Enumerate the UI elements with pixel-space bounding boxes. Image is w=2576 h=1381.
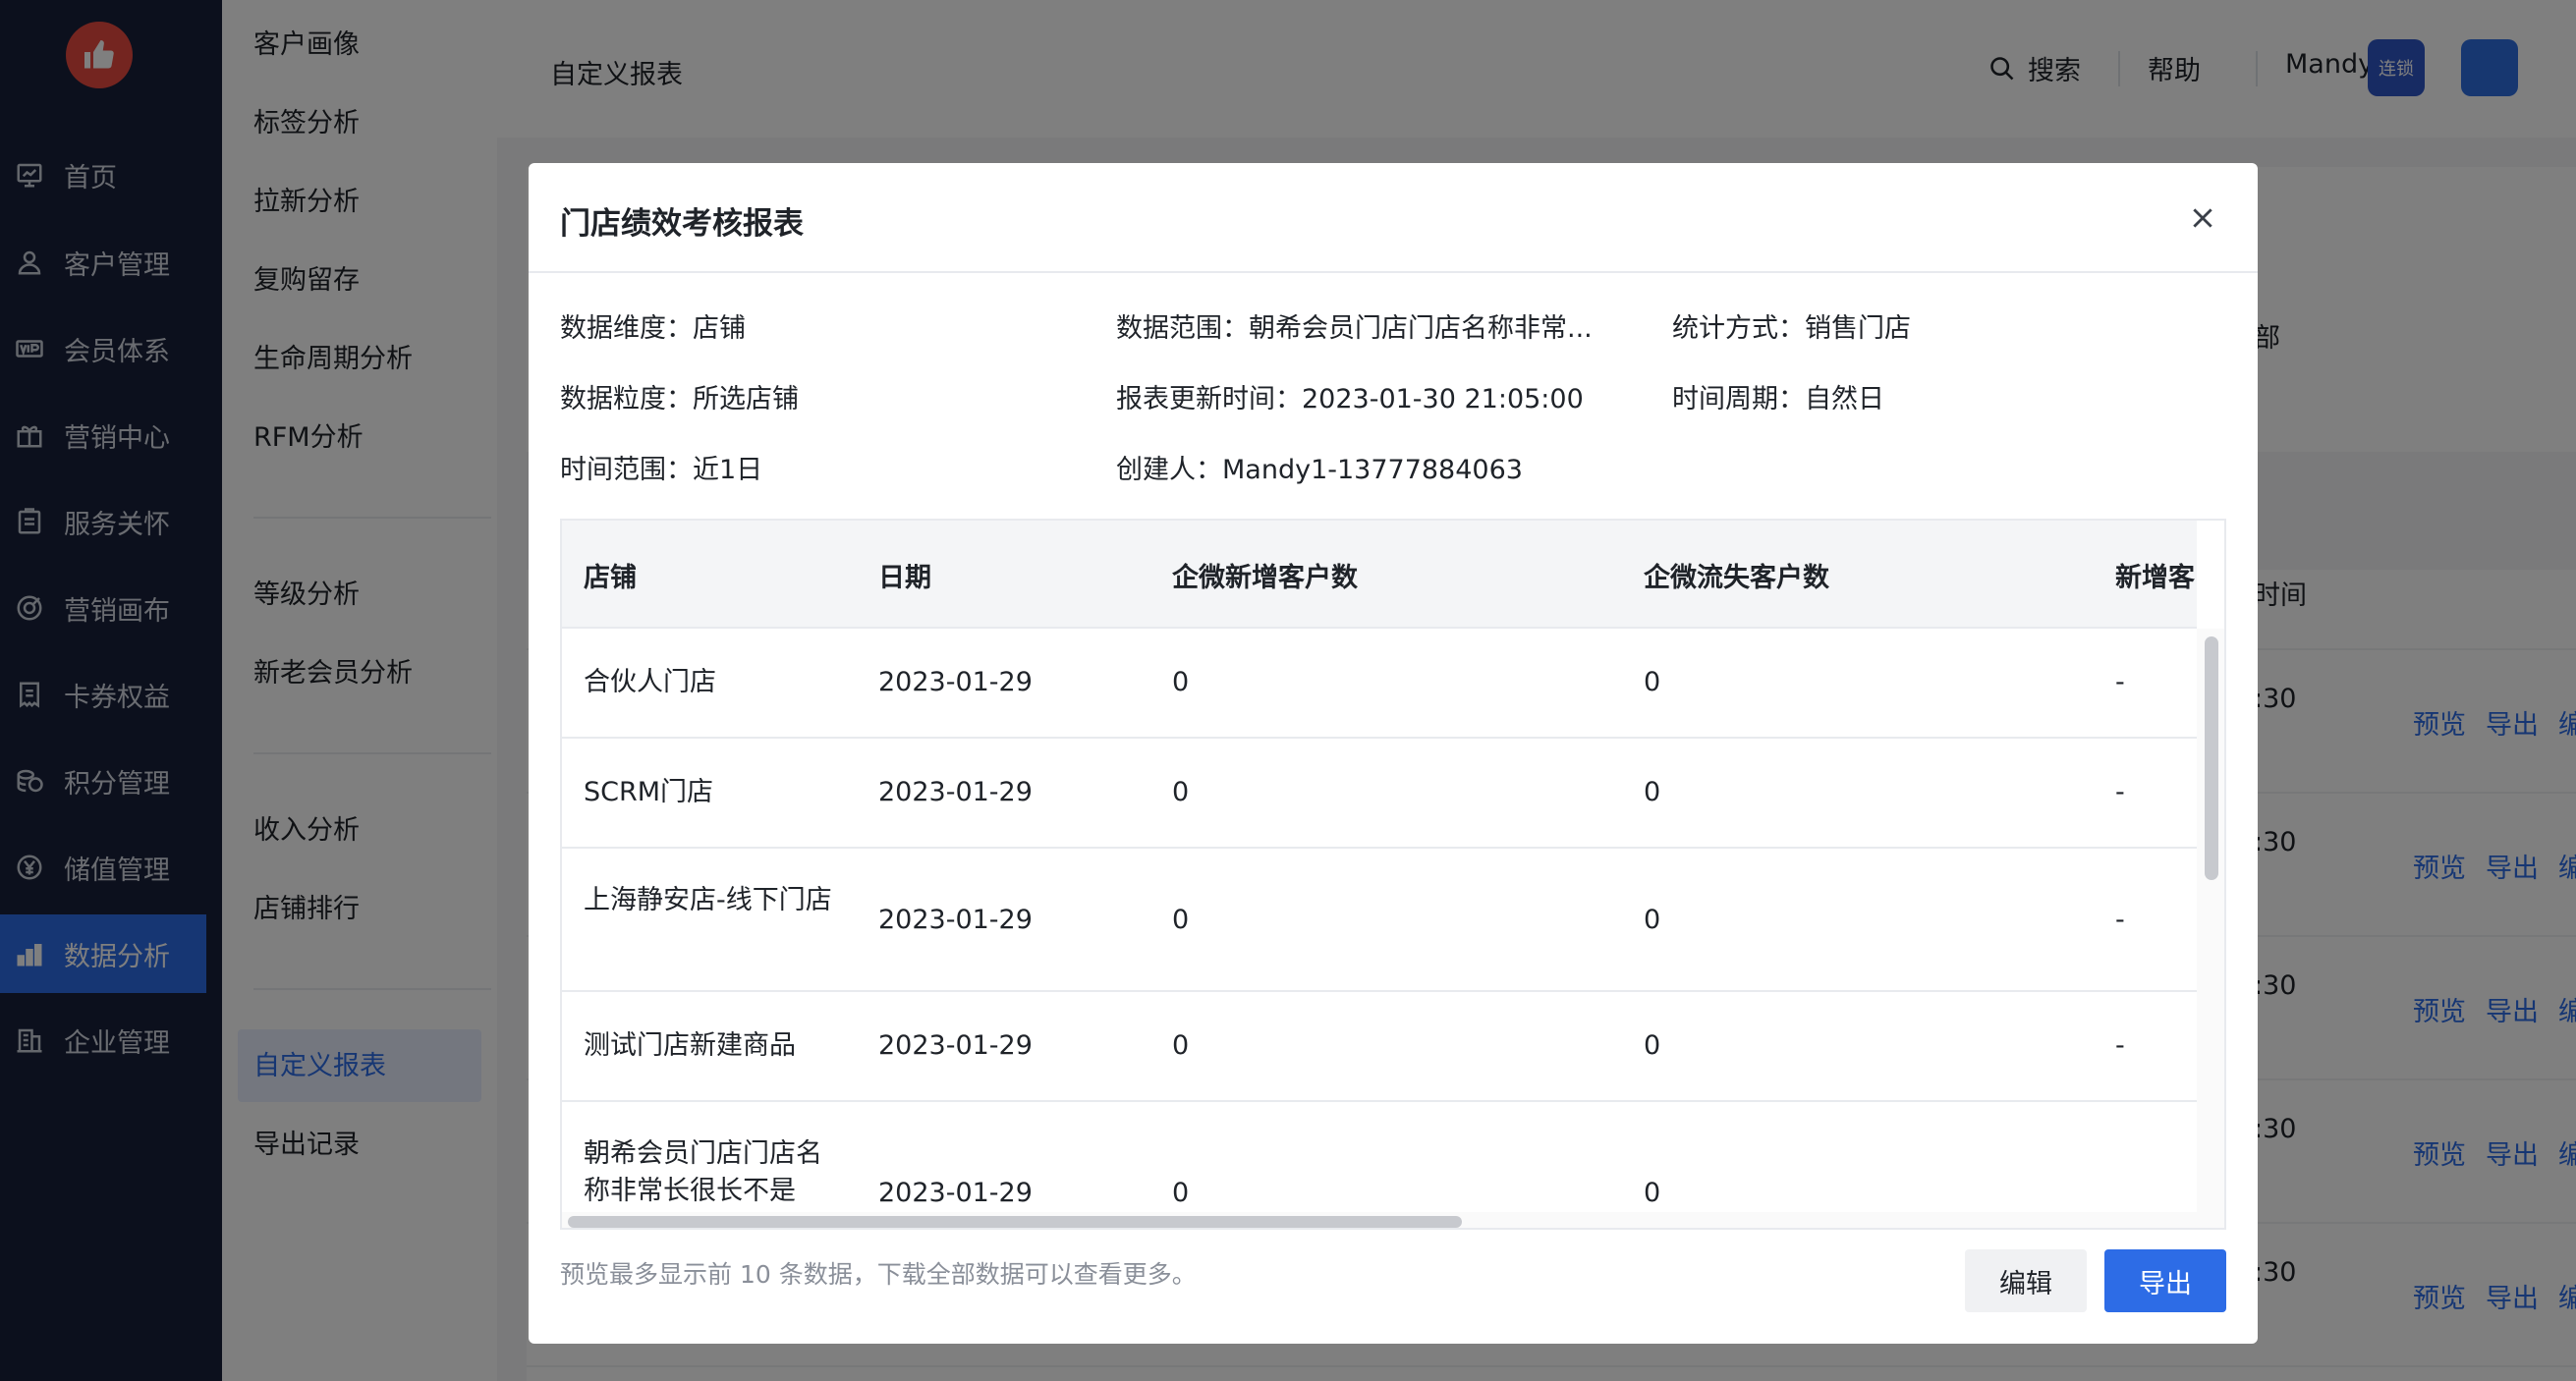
report-table: 店铺 日期 企微新增客户数 企微流失客户数 新增客 合伙人门店 2023-01-… (560, 519, 2226, 1230)
table-header: 店铺 日期 企微新增客户数 企微流失客户数 新增客 (562, 521, 2197, 629)
horizontal-scrollbar[interactable] (562, 1212, 2224, 1228)
meta-granularity: 数据粒度：所选店铺 (560, 384, 799, 414)
table-row: 测试门店新建商品 2023-01-29 0 0 - (562, 992, 2197, 1102)
column-header-wecom-lost: 企微流失客户数 (1644, 563, 1829, 593)
cell-store: 上海静安店-线下门店 (584, 885, 832, 915)
cell-new-customers: - (2115, 905, 2125, 935)
edit-button[interactable]: 编辑 (1965, 1249, 2087, 1312)
close-icon (2193, 208, 2212, 228)
cell-wecom-lost: 0 (1644, 1030, 1661, 1061)
table-body: 合伙人门店 2023-01-29 0 0 - SCRM门店 2023-01-29… (562, 629, 2197, 1212)
column-header-store: 店铺 (584, 563, 637, 593)
cell-new-customers: - (2115, 1030, 2125, 1061)
modal-header: 门店绩效考核报表 (529, 163, 2258, 273)
vertical-scrollbar-thumb[interactable] (2205, 636, 2218, 880)
meta-stat-method: 统计方式：销售门店 (1672, 313, 1911, 344)
cell-store: SCRM门店 (584, 777, 714, 807)
cell-new-customers: - (2115, 777, 2125, 807)
table-row: 上海静安店-线下门店 2023-01-29 0 0 - (562, 849, 2197, 992)
cell-date: 2023-01-29 (878, 1178, 1033, 1208)
report-preview-modal: 门店绩效考核报表 数据维度：店铺 数据范围：朝希会员门店门店名称非常... 统计… (529, 163, 2258, 1344)
table-row: 合伙人门店 2023-01-29 0 0 - (562, 629, 2197, 739)
horizontal-scrollbar-thumb[interactable] (568, 1216, 1462, 1228)
cell-wecom-new: 0 (1172, 777, 1190, 807)
cell-wecom-new: 0 (1172, 905, 1190, 935)
meta-dimension: 数据维度：店铺 (560, 313, 746, 344)
cell-date: 2023-01-29 (878, 667, 1033, 697)
modal-title: 门店绩效考核报表 (560, 206, 804, 242)
column-header-wecom-new: 企微新增客户数 (1172, 563, 1358, 593)
table-row: SCRM门店 2023-01-29 0 0 - (562, 739, 2197, 849)
cell-wecom-lost: 0 (1644, 777, 1661, 807)
cell-wecom-new: 0 (1172, 1030, 1190, 1061)
meta-creator: 创建人：Mandy1-13777884063 (1116, 455, 1523, 485)
meta-period: 时间周期：自然日 (1672, 384, 1884, 414)
cell-date: 2023-01-29 (878, 905, 1033, 935)
column-header-date: 日期 (878, 563, 931, 593)
cell-store: 合伙人门店 (584, 667, 716, 697)
cell-store: 测试门店新建商品 (584, 1030, 796, 1061)
cell-new-customers: - (2115, 667, 2125, 697)
table-row: 朝希会员门店门店名称非常长很长不是 2023-01-29 0 0 (562, 1102, 2197, 1212)
vertical-scrollbar[interactable] (2197, 629, 2224, 1212)
cell-wecom-lost: 0 (1644, 905, 1661, 935)
meta-scope: 数据范围：朝希会员门店门店名称非常... (1116, 313, 1593, 344)
meta-updated-time: 报表更新时间：2023-01-30 21:05:00 (1116, 384, 1584, 414)
cell-wecom-new: 0 (1172, 667, 1190, 697)
cell-wecom-lost: 0 (1644, 667, 1661, 697)
cell-wecom-lost: 0 (1644, 1178, 1661, 1208)
close-button[interactable] (2183, 198, 2222, 238)
meta-time-range: 时间范围：近1日 (560, 455, 763, 485)
preview-limit-note: 预览最多显示前 10 条数据，下载全部数据可以查看更多。 (560, 1260, 1197, 1289)
cell-store: 朝希会员门店门店名称非常长很长不是 (584, 1138, 822, 1206)
cell-date: 2023-01-29 (878, 777, 1033, 807)
column-header-new-customers: 新增客 (2115, 563, 2195, 593)
cell-wecom-new: 0 (1172, 1178, 1190, 1208)
export-button[interactable]: 导出 (2104, 1249, 2226, 1312)
cell-date: 2023-01-29 (878, 1030, 1033, 1061)
